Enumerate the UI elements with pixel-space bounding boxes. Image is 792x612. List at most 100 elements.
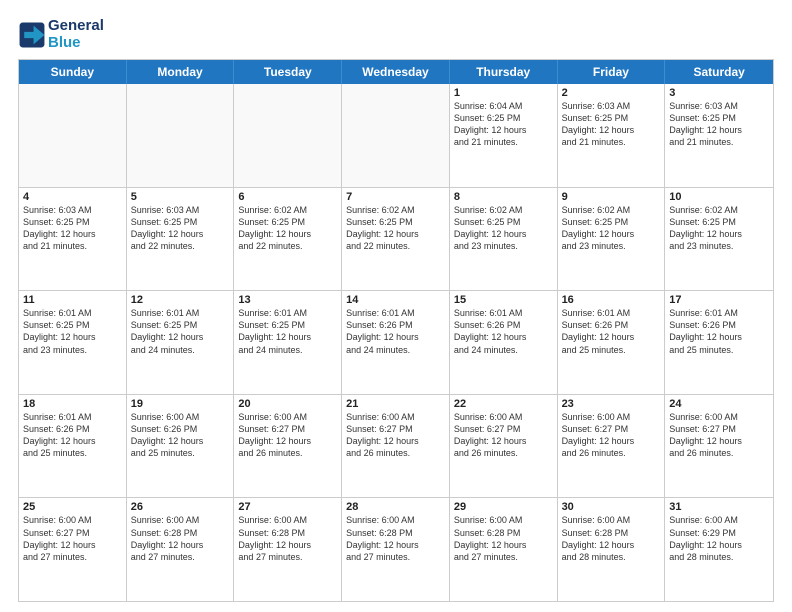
day-number: 9 bbox=[562, 191, 661, 203]
calendar-cell: 13Sunrise: 6:01 AM Sunset: 6:25 PM Dayli… bbox=[234, 291, 342, 394]
calendar-cell: 24Sunrise: 6:00 AM Sunset: 6:27 PM Dayli… bbox=[665, 395, 773, 498]
cell-info: Sunrise: 6:01 AM Sunset: 6:26 PM Dayligh… bbox=[346, 307, 445, 356]
calendar-cell: 7Sunrise: 6:02 AM Sunset: 6:25 PM Daylig… bbox=[342, 188, 450, 291]
day-number: 27 bbox=[238, 501, 337, 513]
calendar-week-1: 1Sunrise: 6:04 AM Sunset: 6:25 PM Daylig… bbox=[19, 84, 773, 188]
day-number: 10 bbox=[669, 191, 769, 203]
day-number: 25 bbox=[23, 501, 122, 513]
day-number: 7 bbox=[346, 191, 445, 203]
day-number: 23 bbox=[562, 398, 661, 410]
calendar-cell: 27Sunrise: 6:00 AM Sunset: 6:28 PM Dayli… bbox=[234, 498, 342, 601]
weekday-header-saturday: Saturday bbox=[665, 60, 773, 84]
logo-text: General Blue bbox=[48, 18, 104, 51]
calendar-cell: 30Sunrise: 6:00 AM Sunset: 6:28 PM Dayli… bbox=[558, 498, 666, 601]
cell-info: Sunrise: 6:00 AM Sunset: 6:28 PM Dayligh… bbox=[238, 514, 337, 563]
cell-info: Sunrise: 6:04 AM Sunset: 6:25 PM Dayligh… bbox=[454, 100, 553, 149]
day-number: 18 bbox=[23, 398, 122, 410]
cell-info: Sunrise: 6:02 AM Sunset: 6:25 PM Dayligh… bbox=[454, 204, 553, 253]
day-number: 16 bbox=[562, 294, 661, 306]
day-number: 26 bbox=[131, 501, 230, 513]
cell-info: Sunrise: 6:00 AM Sunset: 6:27 PM Dayligh… bbox=[454, 411, 553, 460]
calendar-cell: 29Sunrise: 6:00 AM Sunset: 6:28 PM Dayli… bbox=[450, 498, 558, 601]
weekday-header-friday: Friday bbox=[558, 60, 666, 84]
day-number: 31 bbox=[669, 501, 769, 513]
cell-info: Sunrise: 6:00 AM Sunset: 6:27 PM Dayligh… bbox=[346, 411, 445, 460]
day-number: 1 bbox=[454, 87, 553, 99]
day-number: 5 bbox=[131, 191, 230, 203]
calendar: SundayMondayTuesdayWednesdayThursdayFrid… bbox=[18, 59, 774, 602]
day-number: 4 bbox=[23, 191, 122, 203]
calendar-cell: 14Sunrise: 6:01 AM Sunset: 6:26 PM Dayli… bbox=[342, 291, 450, 394]
header: General Blue bbox=[18, 18, 774, 51]
logo: General Blue bbox=[18, 18, 104, 51]
weekday-header-thursday: Thursday bbox=[450, 60, 558, 84]
cell-info: Sunrise: 6:00 AM Sunset: 6:27 PM Dayligh… bbox=[23, 514, 122, 563]
cell-info: Sunrise: 6:00 AM Sunset: 6:29 PM Dayligh… bbox=[669, 514, 769, 563]
cell-info: Sunrise: 6:00 AM Sunset: 6:28 PM Dayligh… bbox=[131, 514, 230, 563]
logo-icon bbox=[18, 21, 46, 49]
day-number: 22 bbox=[454, 398, 553, 410]
calendar-cell: 12Sunrise: 6:01 AM Sunset: 6:25 PM Dayli… bbox=[127, 291, 235, 394]
day-number: 2 bbox=[562, 87, 661, 99]
cell-info: Sunrise: 6:00 AM Sunset: 6:28 PM Dayligh… bbox=[562, 514, 661, 563]
cell-info: Sunrise: 6:00 AM Sunset: 6:27 PM Dayligh… bbox=[669, 411, 769, 460]
day-number: 17 bbox=[669, 294, 769, 306]
cell-info: Sunrise: 6:00 AM Sunset: 6:27 PM Dayligh… bbox=[238, 411, 337, 460]
calendar-cell: 31Sunrise: 6:00 AM Sunset: 6:29 PM Dayli… bbox=[665, 498, 773, 601]
cell-info: Sunrise: 6:01 AM Sunset: 6:26 PM Dayligh… bbox=[669, 307, 769, 356]
cell-info: Sunrise: 6:03 AM Sunset: 6:25 PM Dayligh… bbox=[562, 100, 661, 149]
cell-info: Sunrise: 6:01 AM Sunset: 6:25 PM Dayligh… bbox=[238, 307, 337, 356]
calendar-cell: 11Sunrise: 6:01 AM Sunset: 6:25 PM Dayli… bbox=[19, 291, 127, 394]
calendar-cell: 4Sunrise: 6:03 AM Sunset: 6:25 PM Daylig… bbox=[19, 188, 127, 291]
day-number: 24 bbox=[669, 398, 769, 410]
calendar-cell: 17Sunrise: 6:01 AM Sunset: 6:26 PM Dayli… bbox=[665, 291, 773, 394]
cell-info: Sunrise: 6:00 AM Sunset: 6:28 PM Dayligh… bbox=[346, 514, 445, 563]
cell-info: Sunrise: 6:01 AM Sunset: 6:26 PM Dayligh… bbox=[562, 307, 661, 356]
day-number: 14 bbox=[346, 294, 445, 306]
calendar-cell: 28Sunrise: 6:00 AM Sunset: 6:28 PM Dayli… bbox=[342, 498, 450, 601]
cell-info: Sunrise: 6:00 AM Sunset: 6:26 PM Dayligh… bbox=[131, 411, 230, 460]
weekday-header-sunday: Sunday bbox=[19, 60, 127, 84]
cell-info: Sunrise: 6:01 AM Sunset: 6:25 PM Dayligh… bbox=[131, 307, 230, 356]
calendar-cell: 23Sunrise: 6:00 AM Sunset: 6:27 PM Dayli… bbox=[558, 395, 666, 498]
calendar-cell: 1Sunrise: 6:04 AM Sunset: 6:25 PM Daylig… bbox=[450, 84, 558, 187]
calendar-cell bbox=[19, 84, 127, 187]
cell-info: Sunrise: 6:03 AM Sunset: 6:25 PM Dayligh… bbox=[131, 204, 230, 253]
calendar-cell bbox=[342, 84, 450, 187]
cell-info: Sunrise: 6:02 AM Sunset: 6:25 PM Dayligh… bbox=[238, 204, 337, 253]
calendar-cell: 8Sunrise: 6:02 AM Sunset: 6:25 PM Daylig… bbox=[450, 188, 558, 291]
cell-info: Sunrise: 6:00 AM Sunset: 6:28 PM Dayligh… bbox=[454, 514, 553, 563]
calendar-cell: 26Sunrise: 6:00 AM Sunset: 6:28 PM Dayli… bbox=[127, 498, 235, 601]
cell-info: Sunrise: 6:01 AM Sunset: 6:26 PM Dayligh… bbox=[454, 307, 553, 356]
cell-info: Sunrise: 6:03 AM Sunset: 6:25 PM Dayligh… bbox=[23, 204, 122, 253]
calendar-cell bbox=[127, 84, 235, 187]
day-number: 3 bbox=[669, 87, 769, 99]
day-number: 19 bbox=[131, 398, 230, 410]
calendar-cell: 6Sunrise: 6:02 AM Sunset: 6:25 PM Daylig… bbox=[234, 188, 342, 291]
day-number: 6 bbox=[238, 191, 337, 203]
day-number: 20 bbox=[238, 398, 337, 410]
cell-info: Sunrise: 6:02 AM Sunset: 6:25 PM Dayligh… bbox=[669, 204, 769, 253]
cell-info: Sunrise: 6:03 AM Sunset: 6:25 PM Dayligh… bbox=[669, 100, 769, 149]
calendar-header-row: SundayMondayTuesdayWednesdayThursdayFrid… bbox=[19, 60, 773, 84]
calendar-cell: 5Sunrise: 6:03 AM Sunset: 6:25 PM Daylig… bbox=[127, 188, 235, 291]
calendar-cell: 20Sunrise: 6:00 AM Sunset: 6:27 PM Dayli… bbox=[234, 395, 342, 498]
day-number: 8 bbox=[454, 191, 553, 203]
calendar-cell: 19Sunrise: 6:00 AM Sunset: 6:26 PM Dayli… bbox=[127, 395, 235, 498]
calendar-cell: 9Sunrise: 6:02 AM Sunset: 6:25 PM Daylig… bbox=[558, 188, 666, 291]
day-number: 13 bbox=[238, 294, 337, 306]
calendar-cell: 16Sunrise: 6:01 AM Sunset: 6:26 PM Dayli… bbox=[558, 291, 666, 394]
calendar-cell: 10Sunrise: 6:02 AM Sunset: 6:25 PM Dayli… bbox=[665, 188, 773, 291]
calendar-week-2: 4Sunrise: 6:03 AM Sunset: 6:25 PM Daylig… bbox=[19, 188, 773, 292]
calendar-cell: 2Sunrise: 6:03 AM Sunset: 6:25 PM Daylig… bbox=[558, 84, 666, 187]
calendar-cell: 25Sunrise: 6:00 AM Sunset: 6:27 PM Dayli… bbox=[19, 498, 127, 601]
day-number: 11 bbox=[23, 294, 122, 306]
calendar-cell bbox=[234, 84, 342, 187]
cell-info: Sunrise: 6:00 AM Sunset: 6:27 PM Dayligh… bbox=[562, 411, 661, 460]
calendar-cell: 18Sunrise: 6:01 AM Sunset: 6:26 PM Dayli… bbox=[19, 395, 127, 498]
calendar-cell: 15Sunrise: 6:01 AM Sunset: 6:26 PM Dayli… bbox=[450, 291, 558, 394]
cell-info: Sunrise: 6:02 AM Sunset: 6:25 PM Dayligh… bbox=[346, 204, 445, 253]
page: General Blue SundayMondayTuesdayWednesda… bbox=[0, 0, 792, 612]
day-number: 21 bbox=[346, 398, 445, 410]
day-number: 30 bbox=[562, 501, 661, 513]
